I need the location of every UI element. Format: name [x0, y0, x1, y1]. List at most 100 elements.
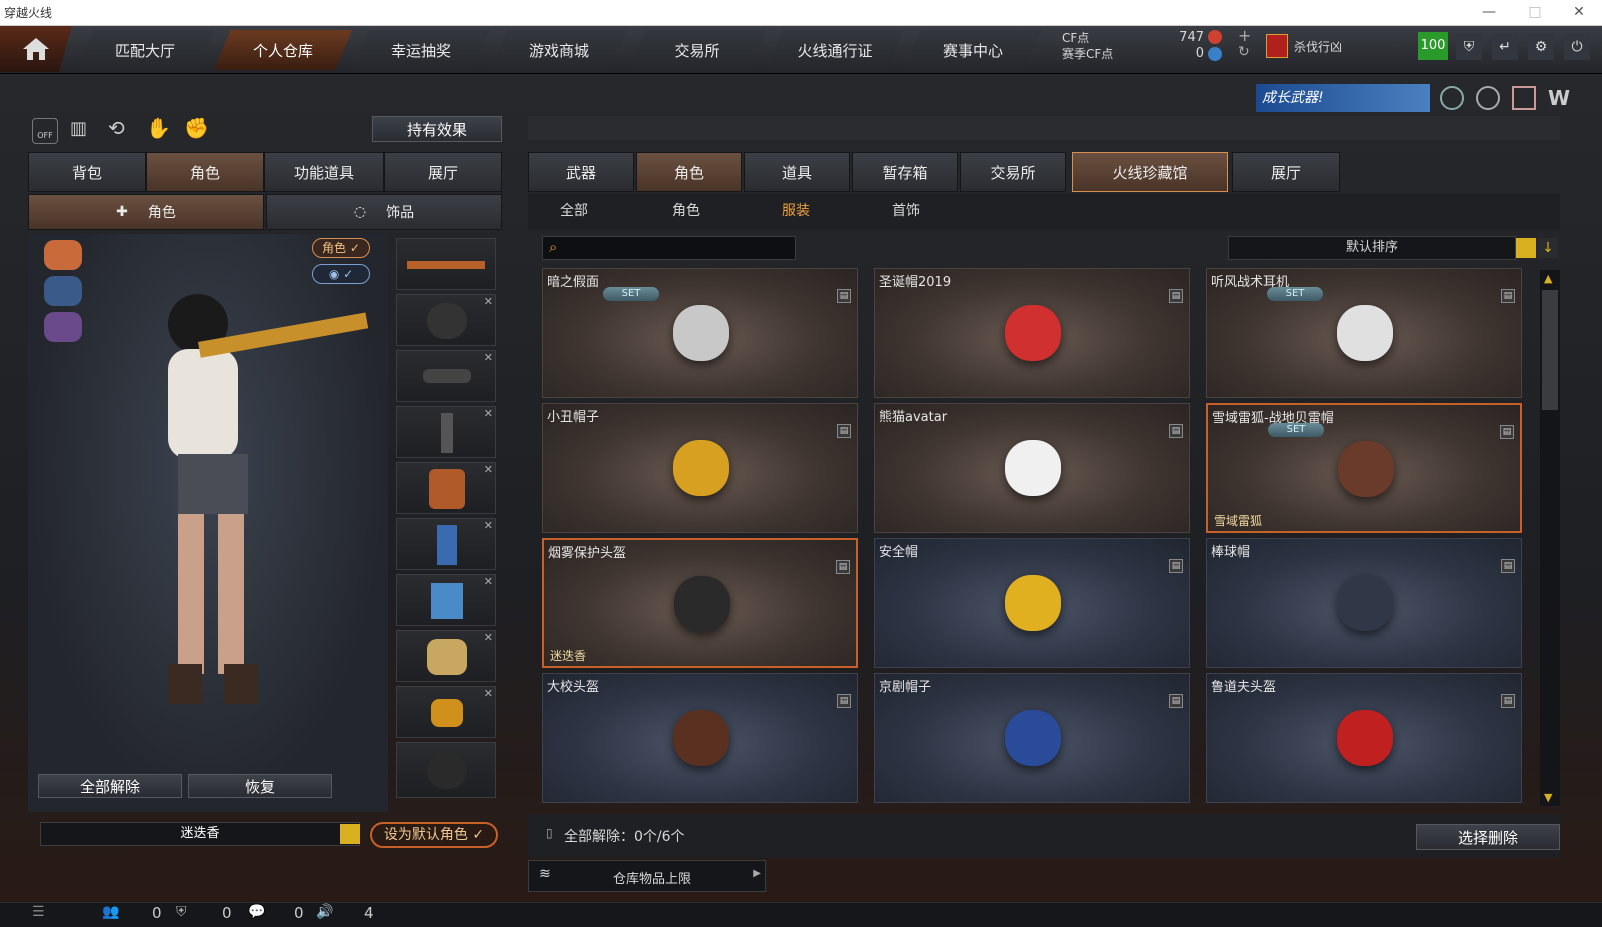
left-tab-function[interactable]: 功能道具 — [264, 152, 384, 192]
list-menu-icon[interactable] — [340, 824, 360, 844]
right-tab-stash[interactable]: 暂存箱 — [852, 152, 958, 192]
slot-pet[interactable]: ✕ — [396, 630, 496, 682]
right-tab-showroom[interactable]: 展厅 — [1232, 152, 1340, 192]
slot-ammo[interactable]: ✕ — [396, 574, 496, 626]
slot-helmet[interactable]: ✕ — [396, 294, 496, 346]
scrollbar[interactable]: ▲ ▼ — [1540, 270, 1560, 806]
chat-icon[interactable]: 💬 — [248, 904, 265, 920]
shield-icon[interactable]: ⛨ — [1456, 34, 1482, 60]
left-tab-showroom[interactable]: 展厅 — [384, 152, 502, 192]
podium-icon[interactable]: ▥ — [70, 118, 87, 139]
remove-icon[interactable]: ✕ — [484, 687, 493, 700]
friends-icon[interactable]: 👥 — [102, 904, 119, 920]
item-card[interactable]: 听风战术耳机 SET ▤ — [1206, 268, 1522, 398]
trash-icon[interactable]: ▤ — [1501, 559, 1515, 573]
sort-menu-icon[interactable] — [1516, 238, 1536, 258]
slot-goggles[interactable]: ✕ — [396, 350, 496, 402]
shield-status-icon[interactable]: ⛨ — [176, 904, 187, 920]
item-card[interactable]: 暗之假面 SET ▤ — [542, 268, 858, 398]
remove-icon[interactable]: ✕ — [484, 519, 493, 532]
power-icon[interactable]: ⏻ — [1564, 34, 1590, 60]
star-badge-icon[interactable] — [1512, 86, 1536, 110]
gesture-icon[interactable]: ✊ — [184, 116, 209, 140]
subtab-all[interactable]: 全部 — [560, 200, 588, 220]
remove-icon[interactable]: ✕ — [484, 631, 493, 644]
restore-button[interactable]: 恢复 — [188, 774, 332, 798]
maximize-button[interactable]: □ — [1512, 0, 1558, 26]
role-badge[interactable]: 角色 ✓ — [312, 238, 370, 258]
subtab-jewelry[interactable]: 首饰 — [892, 200, 920, 220]
character-preview[interactable] — [28, 234, 388, 812]
nav-tab-warehouse[interactable]: 个人仓库 — [214, 30, 352, 70]
slot-spray[interactable]: ✕ — [396, 686, 496, 738]
speaker-icon[interactable]: 🔊 — [316, 904, 333, 920]
scroll-down-icon[interactable]: ▼ — [1544, 791, 1552, 804]
minimize-button[interactable]: — — [1466, 0, 1512, 26]
storage-limit-bar[interactable]: ≋ 仓库物品上限 ▶ — [528, 860, 766, 892]
trash-icon[interactable]: ▤ — [1169, 424, 1183, 438]
slot-empty[interactable] — [396, 742, 496, 798]
trash-icon[interactable]: ▤ — [1500, 425, 1514, 439]
right-tab-role[interactable]: 角色 — [636, 152, 742, 192]
nav-tab-trade[interactable]: 交易所 — [628, 30, 766, 70]
pose-icon[interactable]: ✋ — [146, 116, 171, 140]
wing-badge-icon[interactable] — [44, 276, 82, 306]
trash-icon[interactable]: ▤ — [1169, 289, 1183, 303]
item-card[interactable]: 鲁道夫头盔 ▤ — [1206, 673, 1522, 803]
trash-icon[interactable]: ▤ — [837, 289, 851, 303]
sort-dropdown[interactable]: 默认排序 — [1228, 236, 1516, 260]
toggle-off-icon[interactable]: OFF — [32, 118, 58, 144]
nav-tab-lottery[interactable]: 幸运抽奖 — [352, 30, 490, 70]
item-card[interactable]: 雪域雷狐-战地贝雷帽 SET ▤ 雪域雷狐 — [1206, 403, 1522, 533]
promo-banner[interactable]: 成长武器! — [1256, 84, 1430, 112]
menu-icon[interactable]: ☰ — [32, 904, 45, 920]
left-tab-role[interactable]: 角色 — [146, 152, 264, 192]
nav-tab-match-hall[interactable]: 匹配大厅 — [76, 30, 214, 70]
item-card[interactable]: 小丑帽子 ▤ — [542, 403, 858, 533]
left-subtab-role[interactable]: ✚ 角色 — [28, 194, 264, 230]
trash-icon[interactable]: ▤ — [1501, 694, 1515, 708]
left-tab-bag[interactable]: 背包 — [28, 152, 146, 192]
trash-icon[interactable]: ▤ — [837, 424, 851, 438]
scrollbar-thumb[interactable] — [1542, 290, 1558, 410]
feather-badge-icon[interactable] — [44, 312, 82, 342]
subtab-clothing[interactable]: 服装 — [782, 200, 810, 220]
remove-icon[interactable]: ✕ — [484, 575, 493, 588]
subtab-role[interactable]: 角色 — [672, 200, 700, 220]
nav-tab-shop[interactable]: 游戏商城 — [490, 30, 628, 70]
search-input[interactable] — [569, 239, 789, 257]
refresh-currency-icon[interactable]: ↻ — [1238, 44, 1250, 60]
trash-icon[interactable]: ▤ — [1169, 559, 1183, 573]
right-tab-collection[interactable]: 火线珍藏馆 — [1072, 152, 1228, 192]
effect-button[interactable]: 持有效果 — [372, 116, 502, 142]
right-tab-items[interactable]: 道具 — [744, 152, 850, 192]
trash-icon[interactable]: ▤ — [836, 560, 850, 574]
character-name-field[interactable]: 迷迭香 — [40, 822, 360, 846]
search-field[interactable]: ⌕ — [542, 236, 796, 260]
slot-backpack[interactable]: ✕ — [396, 462, 496, 514]
eagle-badge-icon[interactable] — [44, 240, 82, 270]
sort-direction-icon[interactable]: ↓ — [1538, 238, 1558, 258]
w-logo-icon[interactable]: W — [1548, 86, 1570, 110]
slot-weapon[interactable] — [396, 238, 496, 290]
slot-radio[interactable]: ✕ — [396, 406, 496, 458]
item-card[interactable]: 京剧帽子 ▤ — [874, 673, 1190, 803]
select-delete-button[interactable]: 选择删除 — [1416, 824, 1560, 850]
add-currency-icon[interactable]: + — [1238, 26, 1251, 45]
item-card[interactable]: 大校头盔 ▤ — [542, 673, 858, 803]
remove-icon[interactable]: ✕ — [484, 351, 493, 364]
unequip-all-button[interactable]: 全部解除 — [38, 774, 182, 798]
left-subtab-accessory[interactable]: ◌ 饰品 — [266, 194, 502, 230]
gear-icon[interactable]: ⚙ — [1528, 34, 1554, 60]
item-card[interactable]: 棒球帽 ▤ — [1206, 538, 1522, 668]
nav-tab-battlepass[interactable]: 火线通行证 — [766, 30, 904, 70]
return-icon[interactable]: ↵ — [1492, 34, 1518, 60]
badge-v-icon[interactable] — [1440, 86, 1464, 110]
remove-icon[interactable]: ✕ — [484, 463, 493, 476]
set-default-role-button[interactable]: 设为默认角色 ✓ — [370, 822, 498, 848]
nav-tab-events[interactable]: 赛事中心 — [904, 30, 1042, 70]
remove-icon[interactable]: ✕ — [484, 407, 493, 420]
item-card[interactable]: 圣诞帽2019 ▤ — [874, 268, 1190, 398]
rotate-icon[interactable]: ⟲ — [108, 116, 125, 140]
right-tab-weapon[interactable]: 武器 — [528, 152, 634, 192]
